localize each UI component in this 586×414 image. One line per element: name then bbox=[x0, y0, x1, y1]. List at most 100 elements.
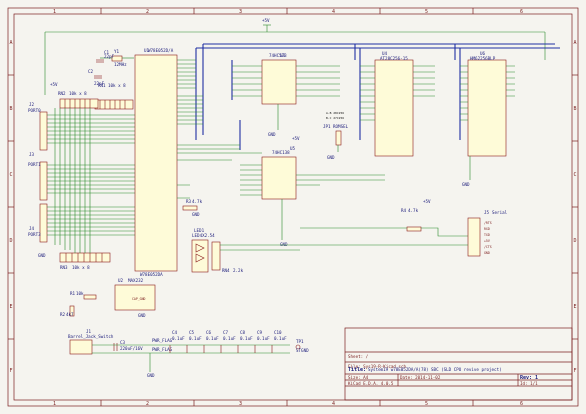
title-block: Sheet: / File: Sys19-R-Kicad.sch Title: … bbox=[344, 327, 573, 401]
vcc-label-u5: +5V bbox=[292, 136, 300, 141]
svg-text:0.1uF: 0.1uF bbox=[257, 336, 270, 341]
gnd-label-u6: GND bbox=[462, 182, 470, 187]
svg-text:0.1uF: 0.1uF bbox=[172, 336, 185, 341]
pwr-flag-2: PWR_FLAG bbox=[152, 347, 173, 352]
capacitor-c3: C3 220uF/16V bbox=[113, 340, 143, 351]
svg-text:0.1uF: 0.1uF bbox=[206, 336, 219, 341]
j5-pin-label: /CTS bbox=[484, 245, 492, 249]
vcc-label-rn2: +5V bbox=[50, 82, 58, 87]
value-j5: Serial bbox=[492, 210, 508, 215]
row-label: D bbox=[10, 238, 13, 244]
gnd-label-r3: GND bbox=[192, 212, 200, 217]
row-label: E bbox=[574, 304, 577, 310]
row-label: B bbox=[10, 106, 13, 112]
resistor-r3: R3 4.7k GND bbox=[182, 199, 203, 217]
port-wires bbox=[47, 108, 135, 253]
ref-rn2: RN2 bbox=[58, 91, 66, 96]
svg-text:0.1uF: 0.1uF bbox=[189, 336, 202, 341]
ref-rn4: RN4 bbox=[222, 268, 230, 273]
connector-j3: J3 PORT1 bbox=[28, 152, 48, 201]
ref-u2: U2 bbox=[118, 278, 124, 283]
decoupling-cap: C50.1uF bbox=[186, 330, 202, 353]
col-label-top: 4 bbox=[332, 9, 335, 15]
vcc-label: +5V bbox=[262, 18, 270, 23]
barrel-jack-j1: J1 Barrel_Jack_Switch bbox=[68, 329, 114, 355]
title-label: Title: bbox=[348, 367, 366, 373]
value-r3: 4.7k bbox=[192, 199, 203, 204]
title-value: System19 w78E052DA/A(78) SBC (SLD CPU re… bbox=[368, 367, 502, 372]
resistor-network-rn3: RN3 10k x 8 bbox=[59, 252, 111, 270]
svg-text:C6: C6 bbox=[206, 330, 212, 335]
value-u4: AT28C256-15 bbox=[380, 56, 408, 61]
svg-text:C10: C10 bbox=[274, 330, 282, 335]
ref-u5: U5 bbox=[290, 146, 296, 151]
decoupling-cap: C80.1uF bbox=[237, 330, 253, 353]
pwr-flag-1: PWR_FLAG bbox=[152, 338, 173, 343]
value-rn4: 2.2k bbox=[233, 268, 244, 273]
gnd-label-jp1: GND bbox=[327, 155, 335, 160]
decoupling-cap: C60.1uF bbox=[203, 330, 219, 353]
ref-j3: J3 bbox=[29, 152, 35, 157]
svg-text:C5: C5 bbox=[189, 330, 195, 335]
value-r2: 4k7 bbox=[66, 312, 74, 317]
svg-text:0.1uF: 0.1uF bbox=[274, 336, 287, 341]
decoder-u5: U5 74HC138 +5V GND bbox=[240, 136, 385, 247]
j5-pin-label: +5V bbox=[484, 239, 490, 243]
svg-text:0.1uF: 0.1uF bbox=[223, 336, 236, 341]
jumper-jp1: JP1 ROMSEL A-B 28C256 B-C 27C256 GND bbox=[323, 111, 349, 160]
gnd-label-u2: GND bbox=[138, 313, 146, 318]
value-u6: HM62256BLP bbox=[470, 56, 496, 61]
col-label-top: 3 bbox=[239, 9, 242, 15]
ref-r3: R3 bbox=[186, 199, 192, 204]
j5-pin-label: TXD bbox=[484, 233, 490, 237]
schematic-sheet: .frm { stroke:#7a1f1f; fill:none; stroke… bbox=[7, 7, 579, 407]
ref-r2: R2 bbox=[60, 312, 66, 317]
note-jp1-b: B-C 27C256 bbox=[326, 116, 344, 120]
note-jp1-a: A-B 28C256 bbox=[326, 111, 344, 115]
row-label: A bbox=[10, 40, 13, 46]
gnd-label-u5: GND bbox=[280, 242, 288, 247]
value-j4: PORT3 bbox=[28, 232, 41, 237]
ref-j5: J5 bbox=[484, 210, 490, 215]
date-label: Date: 2014-11-02 bbox=[400, 375, 441, 380]
resistor-r4: R4 4.7k +5V bbox=[300, 199, 468, 237]
col-label-top: 1 bbox=[53, 9, 56, 15]
value-y1: 12MHz bbox=[114, 62, 127, 67]
decoupling-cap: C100.1uF bbox=[271, 330, 287, 353]
resistor-r2: R2 4k7 bbox=[60, 305, 75, 317]
col-label-bottom: 4 bbox=[332, 401, 335, 407]
value-j2: PORT0 bbox=[28, 108, 41, 113]
value-rn2: 10k x 8 bbox=[69, 91, 87, 96]
row-label: D bbox=[574, 238, 577, 244]
col-label-top: 2 bbox=[146, 9, 149, 15]
col-label-bottom: 2 bbox=[146, 401, 149, 407]
row-label: E bbox=[10, 304, 13, 310]
col-label-top: 5 bbox=[425, 9, 428, 15]
j5-pin-label: /RTS bbox=[484, 221, 492, 225]
connector-j2: J2 PORT0 bbox=[28, 102, 48, 151]
value-r1: 10k bbox=[76, 291, 84, 296]
resistor-network-rn4: RN4 2.2k bbox=[211, 241, 468, 273]
value-r4: 4.7k bbox=[408, 208, 419, 213]
id-label: Id: 1/1 bbox=[520, 381, 538, 386]
value-jp1: ROMSEL bbox=[333, 124, 349, 129]
svg-text:C9: C9 bbox=[257, 330, 263, 335]
svg-text:C7: C7 bbox=[223, 330, 229, 335]
gnd-label-bottom: GND bbox=[147, 373, 155, 378]
ref-rn1: RN1 bbox=[98, 83, 106, 88]
ref-tp1: TP1 bbox=[296, 339, 304, 344]
value-c1: 22pF bbox=[104, 54, 115, 59]
test-point-tp1: TP1 STGND bbox=[295, 339, 309, 353]
bottom-label-u1: W78E052DA bbox=[140, 272, 163, 277]
row-label: B bbox=[574, 106, 577, 112]
row-label: C bbox=[574, 172, 577, 178]
ref-r1: R1 bbox=[70, 291, 76, 296]
row-label: F bbox=[574, 368, 577, 374]
col-label-top: 6 bbox=[520, 9, 523, 15]
svg-text:0.1uF: 0.1uF bbox=[240, 336, 253, 341]
decoupling-cap: C40.1uF bbox=[169, 330, 185, 353]
eeprom-u4: U4 AT28C256-15 bbox=[360, 51, 435, 157]
value-u5: 74HC138 bbox=[272, 150, 290, 155]
value-u1: W78E052D/A bbox=[148, 48, 174, 53]
ref-r4: R4 bbox=[401, 208, 407, 213]
